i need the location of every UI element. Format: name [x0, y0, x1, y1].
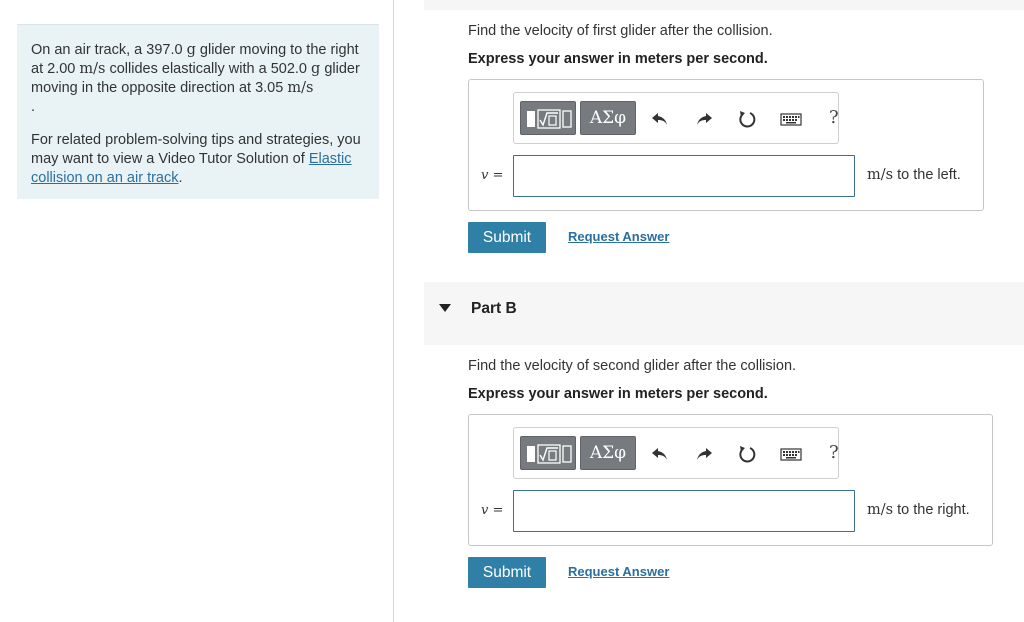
part-b-header[interactable]: Part B	[424, 282, 1024, 345]
undo-icon[interactable]	[650, 445, 670, 463]
reset-icon[interactable]	[737, 445, 757, 463]
part-b-unit-label: m/s to the right.	[867, 502, 970, 518]
greek-letters-button[interactable]: ΑΣφ	[580, 436, 636, 470]
templates-icon	[527, 444, 572, 464]
part-b-instruction: Express your answer in meters per second…	[468, 386, 768, 402]
collapse-caret-icon[interactable]	[439, 304, 451, 312]
help-icon[interactable]: ?	[829, 442, 839, 463]
help-icon[interactable]: ?	[829, 107, 839, 128]
undo-icon[interactable]	[650, 110, 670, 128]
part-a-header-strip	[424, 0, 1024, 10]
part-b-title: Part B	[471, 300, 517, 317]
part-b-prompt: Find the velocity of second glider after…	[468, 358, 797, 374]
greek-letters-icon: ΑΣφ	[589, 108, 627, 128]
problem-statement: On an air track, a 397.0 g glider moving…	[17, 24, 379, 199]
part-a-prompt: Find the velocity of first glider after …	[468, 23, 773, 39]
templates-icon	[527, 109, 572, 129]
problem-text: On an air track, a 397.0 g glider moving…	[31, 42, 360, 115]
keyboard-icon[interactable]	[780, 110, 802, 128]
greek-letters-button[interactable]: ΑΣφ	[580, 101, 636, 135]
part-a-submit-button[interactable]: Submit	[468, 222, 546, 253]
part-b-variable-label: v =	[481, 503, 504, 518]
part-a-variable-label: v =	[481, 168, 504, 183]
part-a-answer-box: ΑΣφ ? v = m/s to the left.	[468, 79, 984, 211]
redo-icon[interactable]	[694, 445, 714, 463]
part-a-unit-label: m/s to the left.	[867, 167, 961, 183]
keyboard-icon[interactable]	[780, 445, 802, 463]
math-toolbar: ΑΣφ ?	[513, 92, 839, 144]
part-b-submit-button[interactable]: Submit	[468, 557, 546, 588]
part-a-instruction: Express your answer in meters per second…	[468, 51, 768, 67]
part-a-answer-input[interactable]	[513, 155, 855, 197]
templates-button[interactable]	[520, 436, 576, 470]
part-a-request-answer-link[interactable]: Request Answer	[568, 229, 669, 244]
reset-icon[interactable]	[737, 110, 757, 128]
tips-text: For related problem-solving tips and str…	[31, 132, 361, 186]
part-b-answer-box: ΑΣφ ? v = m/s to the right.	[468, 414, 993, 546]
column-divider	[393, 0, 394, 622]
redo-icon[interactable]	[694, 110, 714, 128]
templates-button[interactable]	[520, 101, 576, 135]
part-b-request-answer-link[interactable]: Request Answer	[568, 564, 669, 579]
greek-letters-icon: ΑΣφ	[589, 443, 627, 463]
math-toolbar: ΑΣφ ?	[513, 427, 839, 479]
part-b-answer-input[interactable]	[513, 490, 855, 532]
